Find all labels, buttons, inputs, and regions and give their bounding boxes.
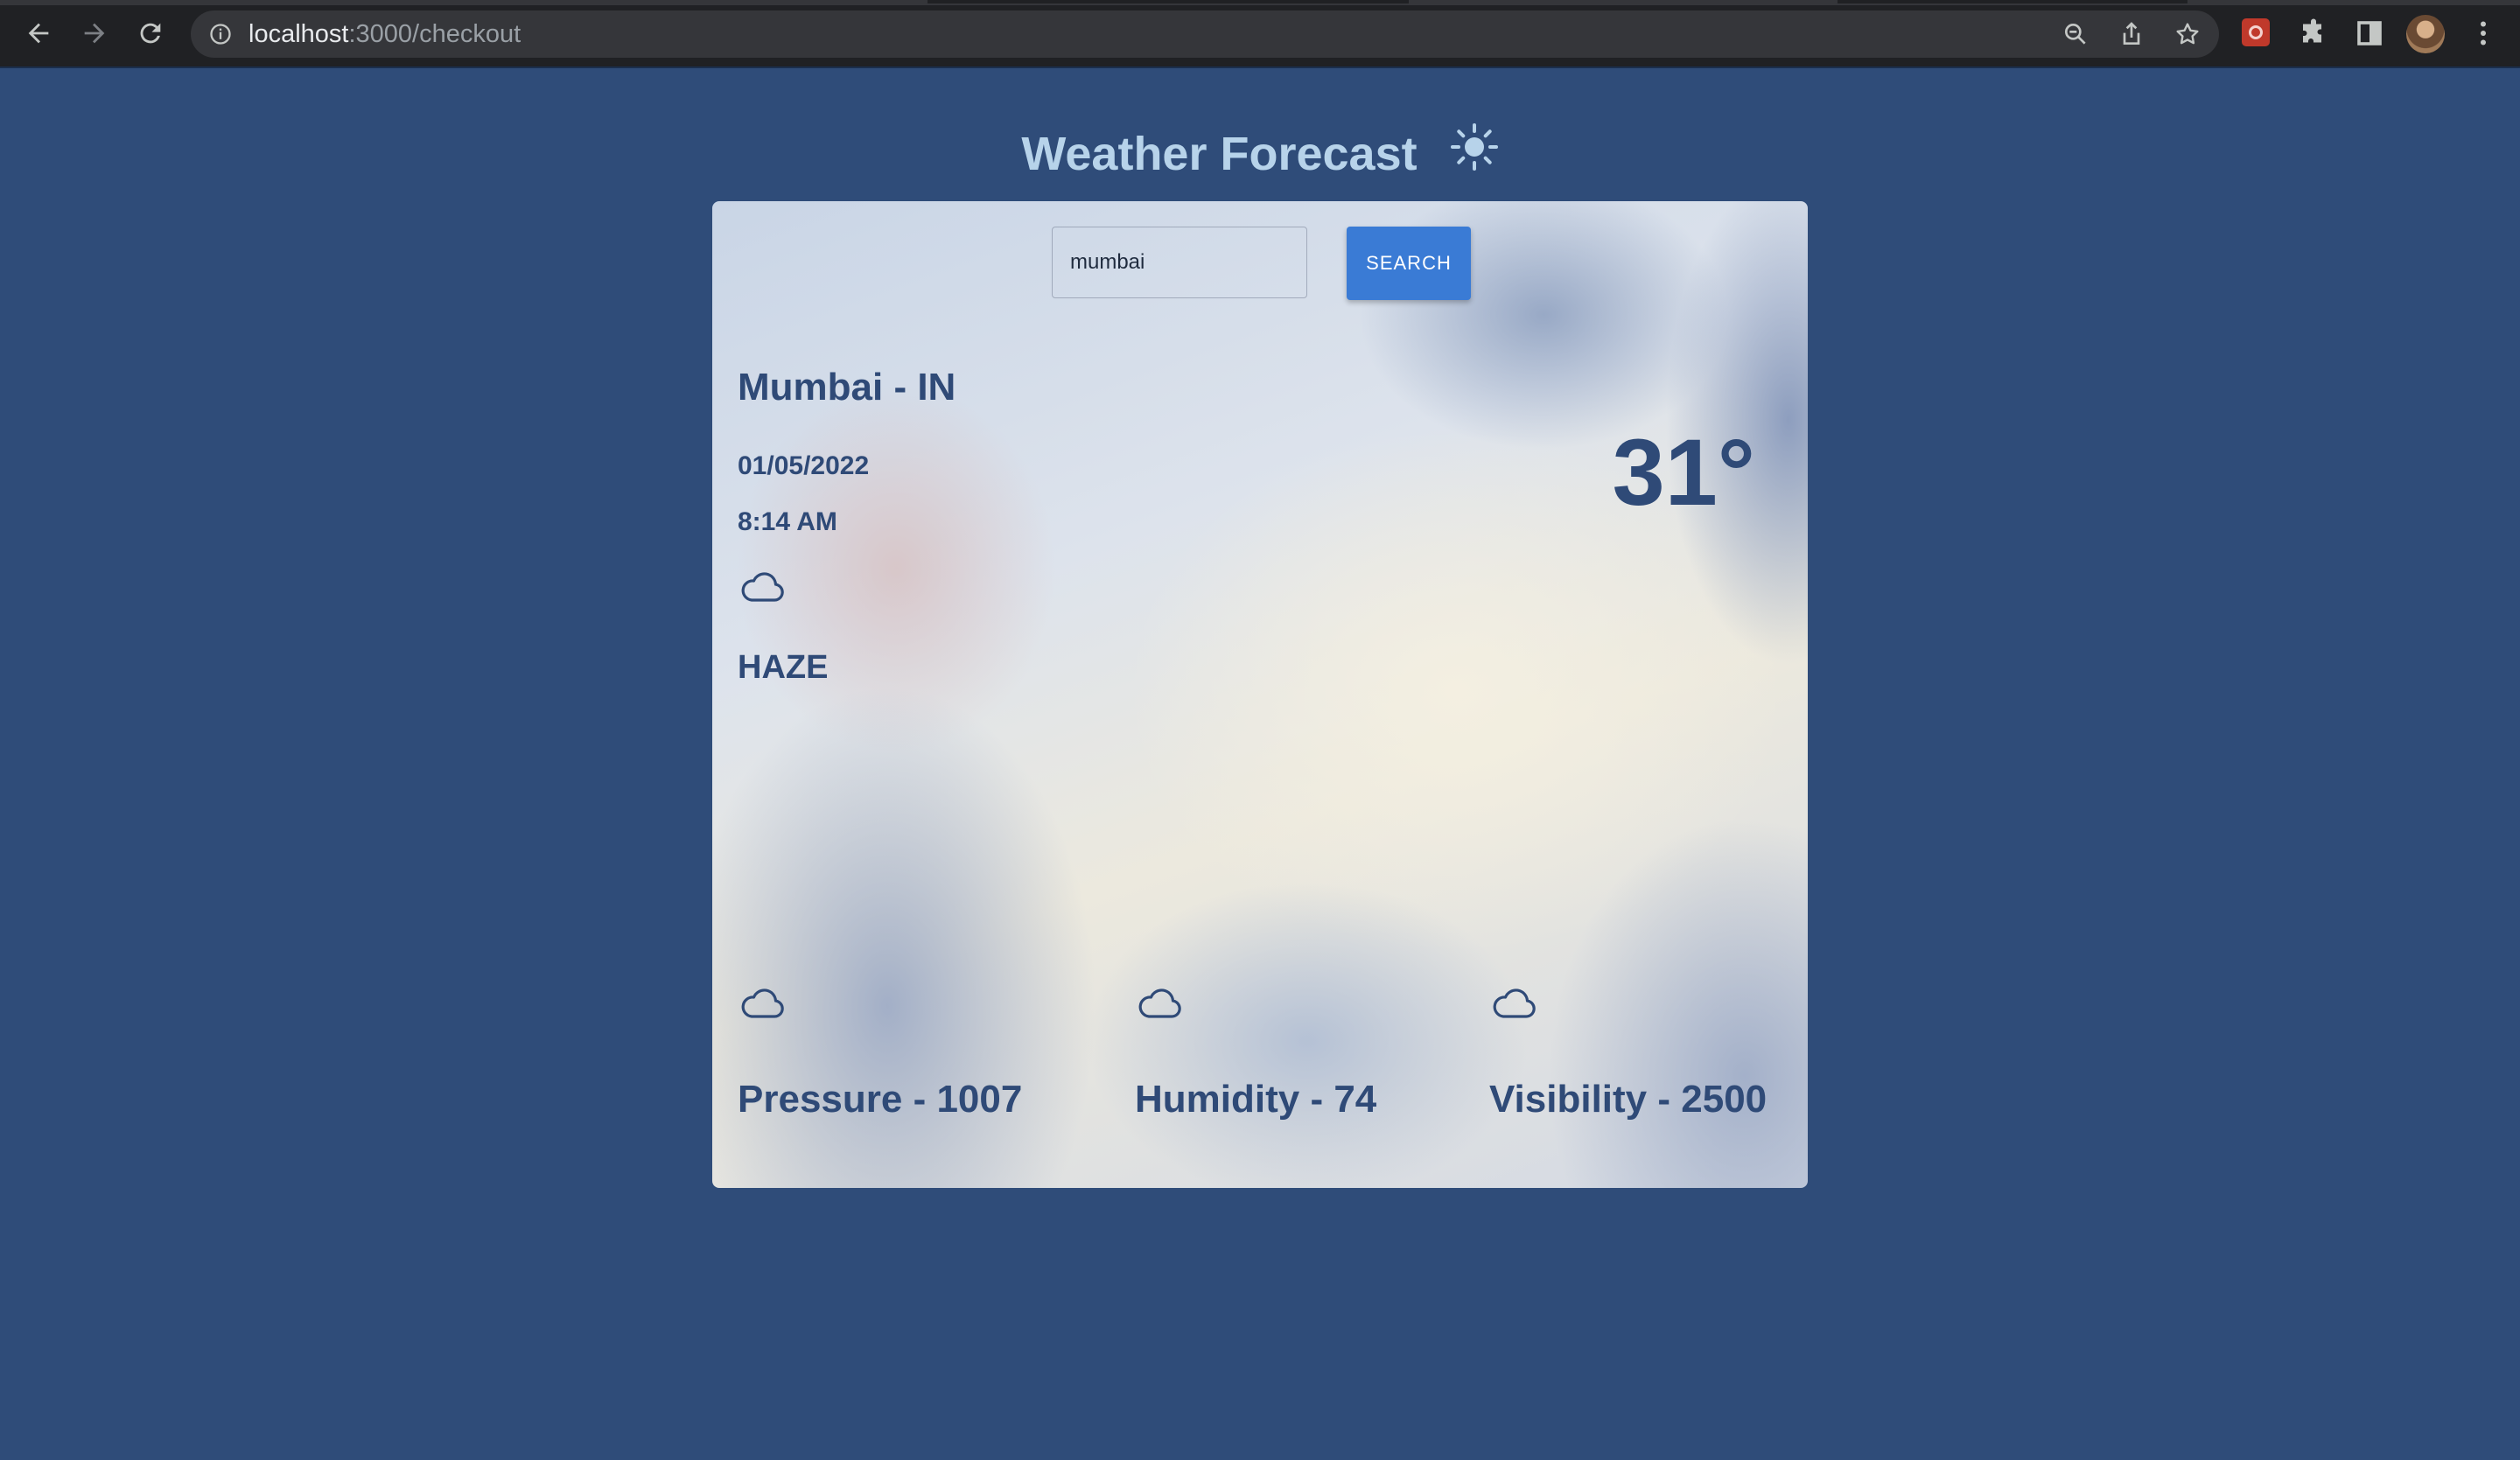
humidity-stat: Humidity - 74: [1135, 1078, 1377, 1121]
page-divider: [0, 66, 2520, 68]
url-text: localhost:3000/checkout: [248, 20, 521, 48]
zoom-icon[interactable]: [2062, 20, 2090, 48]
bookmark-star-icon[interactable]: [2174, 20, 2202, 48]
page-title-text: Weather Forecast: [1021, 128, 1418, 180]
kebab-menu-icon[interactable]: [2468, 17, 2499, 49]
search-button[interactable]: SEARCH: [1347, 227, 1471, 300]
address-bar[interactable]: localhost:3000/checkout: [191, 10, 2219, 58]
profile-avatar[interactable]: [2406, 15, 2445, 53]
weather-card: SEARCH Mumbai - IN 01/05/2022 8:14 AM 31…: [712, 201, 1808, 1188]
forward-button[interactable]: [77, 16, 112, 51]
pressure-cloud-icon: [738, 987, 787, 1022]
arrow-left-icon: [28, 23, 49, 44]
location-label: Mumbai - IN: [738, 366, 956, 409]
browser-toolbar: localhost:3000/checkout: [0, 0, 2520, 66]
reload-button[interactable]: [133, 16, 168, 51]
sun-icon: [1450, 122, 1499, 171]
url-path: :3000/checkout: [348, 20, 522, 48]
city-search-input[interactable]: [1052, 227, 1307, 298]
share-icon[interactable]: [2118, 20, 2146, 48]
arrow-right-icon: [84, 23, 105, 44]
temperature-label: 31°: [1612, 419, 1755, 525]
visibility-cloud-icon: [1489, 987, 1538, 1022]
back-button[interactable]: [21, 16, 56, 51]
side-panel-icon[interactable]: [2354, 17, 2385, 49]
extension-icon[interactable]: [2242, 18, 2270, 46]
time-label: 8:14 AM: [738, 507, 837, 536]
humidity-cloud-icon: [1135, 987, 1184, 1022]
date-label: 01/05/2022: [738, 451, 870, 480]
visibility-stat: Visibility - 2500: [1489, 1078, 1768, 1121]
url-host: localhost: [248, 20, 349, 48]
reload-icon: [140, 23, 161, 44]
puzzle-extensions-icon[interactable]: [2298, 17, 2329, 49]
page-title: Weather Forecast: [0, 122, 2520, 185]
cloud-icon: [738, 570, 787, 605]
pressure-stat: Pressure - 1007: [738, 1078, 1023, 1121]
tab-strip: [0, 0, 2520, 5]
condition-label: HAZE: [738, 649, 829, 686]
site-info-icon[interactable]: [208, 22, 233, 46]
